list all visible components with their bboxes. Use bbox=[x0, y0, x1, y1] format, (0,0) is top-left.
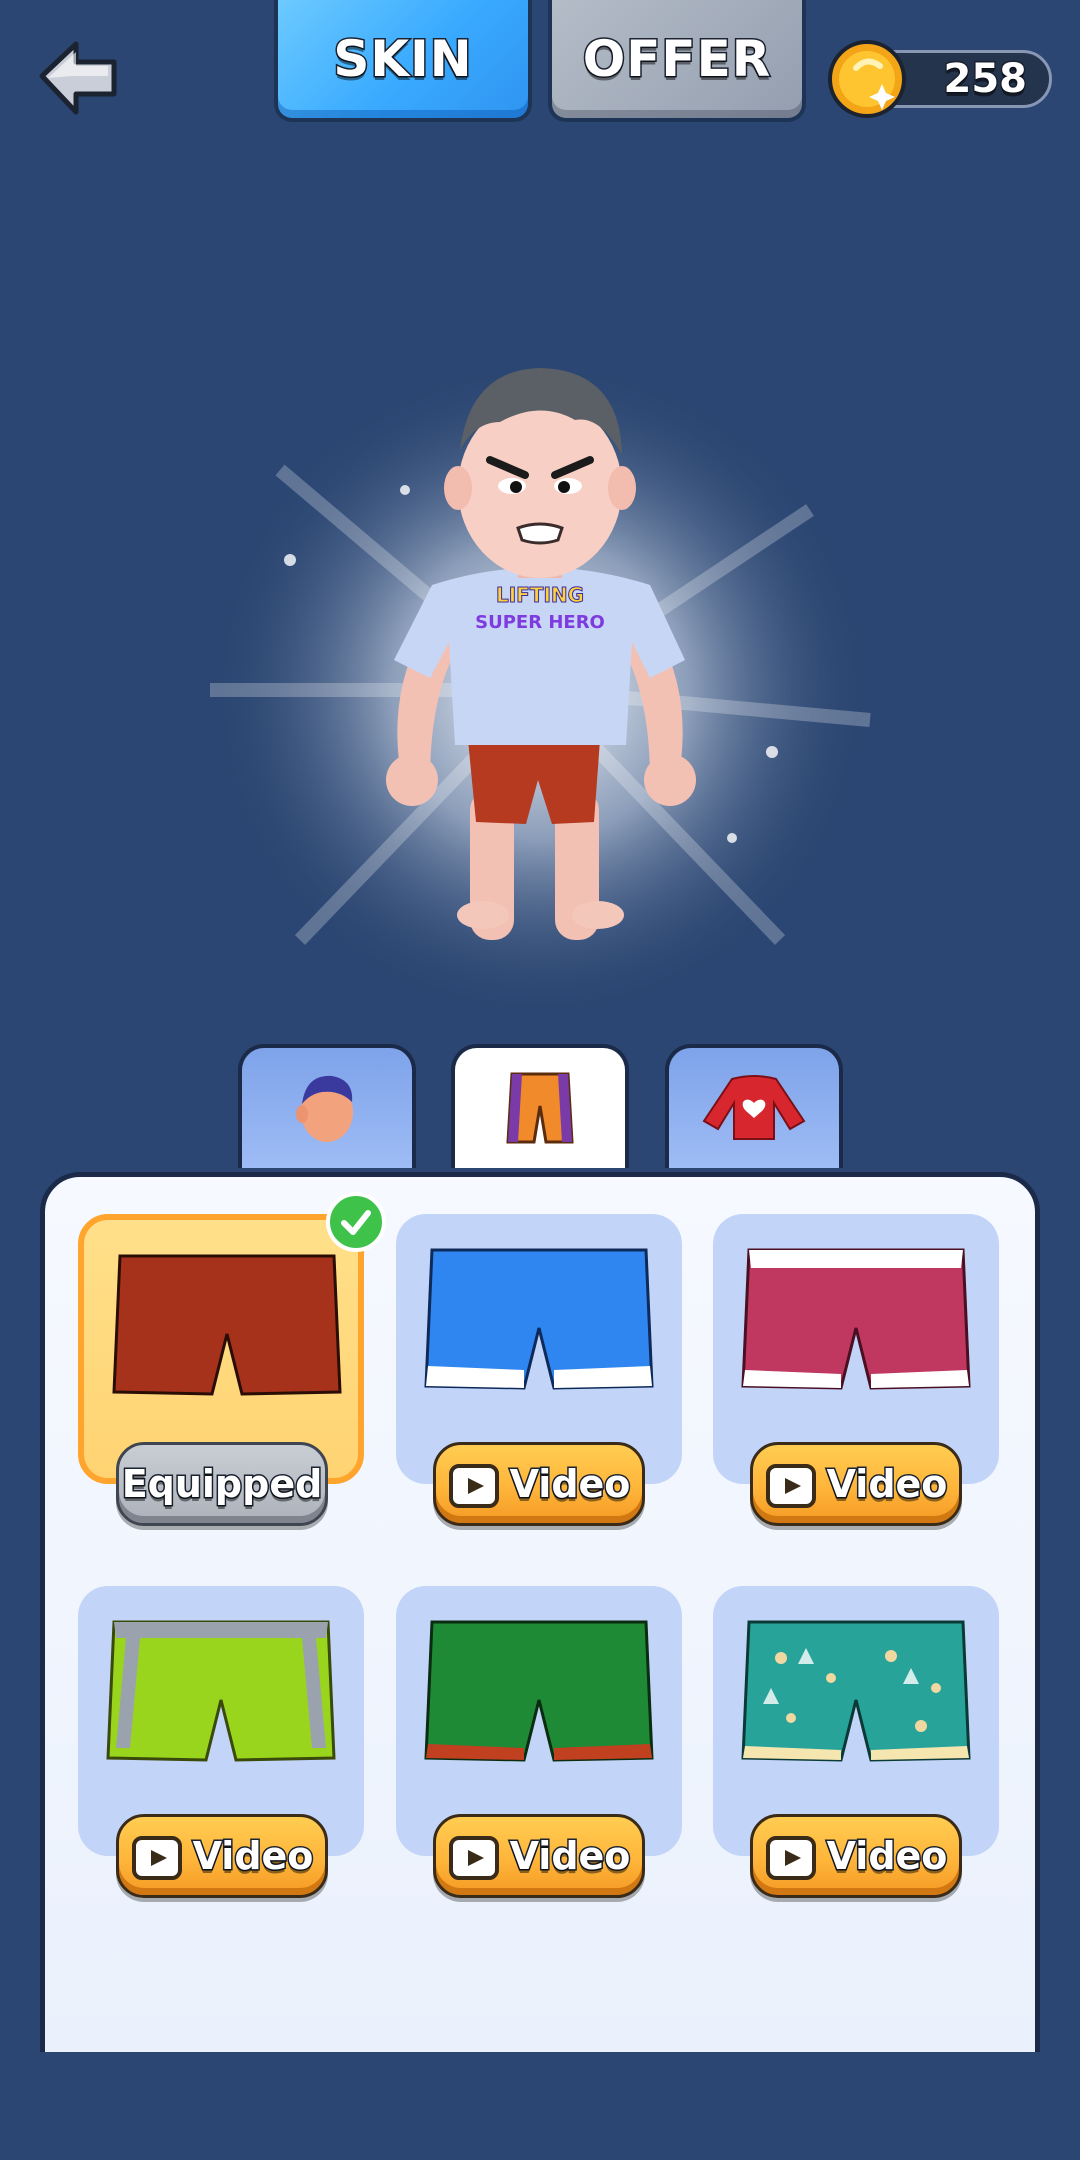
equipped-check-icon bbox=[326, 1192, 386, 1252]
video-button-pink[interactable]: Video bbox=[750, 1442, 962, 1526]
tab-offer[interactable]: OFFER bbox=[548, 0, 806, 122]
shirt-text-line2: SUPER HERO bbox=[475, 612, 605, 633]
video-play-icon bbox=[448, 1836, 499, 1880]
gold-coin-icon bbox=[828, 40, 906, 118]
shorts-blue-icon bbox=[424, 1248, 654, 1390]
video-button-blue[interactable]: Video bbox=[433, 1442, 645, 1526]
video-button-lime[interactable]: Video bbox=[116, 1814, 328, 1898]
video-button-teal[interactable]: Video bbox=[750, 1814, 962, 1898]
video-button-label: Video bbox=[508, 1461, 632, 1508]
video-button-label: Video bbox=[825, 1461, 949, 1508]
tab-offer-label: OFFER bbox=[581, 29, 772, 90]
video-play-icon bbox=[765, 1464, 816, 1508]
shorts-red-icon bbox=[112, 1254, 342, 1396]
video-button-green[interactable]: Video bbox=[433, 1814, 645, 1898]
category-tab-shorts[interactable] bbox=[451, 1044, 629, 1168]
shorts-icon bbox=[506, 1072, 574, 1144]
video-button-label: Video bbox=[508, 1833, 632, 1880]
tab-skin-label: SKIN bbox=[332, 29, 473, 90]
video-play-icon bbox=[448, 1464, 499, 1508]
category-tab-shirt[interactable] bbox=[665, 1044, 843, 1168]
panel-bottom-backdrop bbox=[0, 2052, 1080, 2160]
shorts-teal-pattern-icon bbox=[741, 1620, 971, 1762]
video-button-label: Video bbox=[191, 1833, 315, 1880]
back-button[interactable] bbox=[36, 36, 120, 120]
video-button-label: Video bbox=[825, 1833, 949, 1880]
shorts-pink-icon bbox=[741, 1248, 971, 1390]
shirt-text-line1: LIFTING bbox=[496, 583, 584, 607]
equipped-button[interactable]: Equipped bbox=[116, 1442, 328, 1526]
video-play-icon bbox=[765, 1836, 816, 1880]
shirt-icon bbox=[702, 1075, 806, 1140]
character-preview: LIFTING SUPER HERO bbox=[210, 360, 871, 1020]
shorts-green-icon bbox=[424, 1620, 654, 1762]
back-arrow-icon bbox=[39, 41, 117, 115]
head-icon bbox=[296, 1075, 353, 1142]
category-tab-head[interactable] bbox=[238, 1044, 416, 1168]
video-play-icon bbox=[131, 1836, 182, 1880]
tab-skin[interactable]: SKIN bbox=[274, 0, 532, 122]
shorts-lime-icon bbox=[106, 1620, 336, 1762]
equipped-button-label: Equipped bbox=[120, 1461, 324, 1508]
coin-count: 258 bbox=[942, 55, 1028, 104]
